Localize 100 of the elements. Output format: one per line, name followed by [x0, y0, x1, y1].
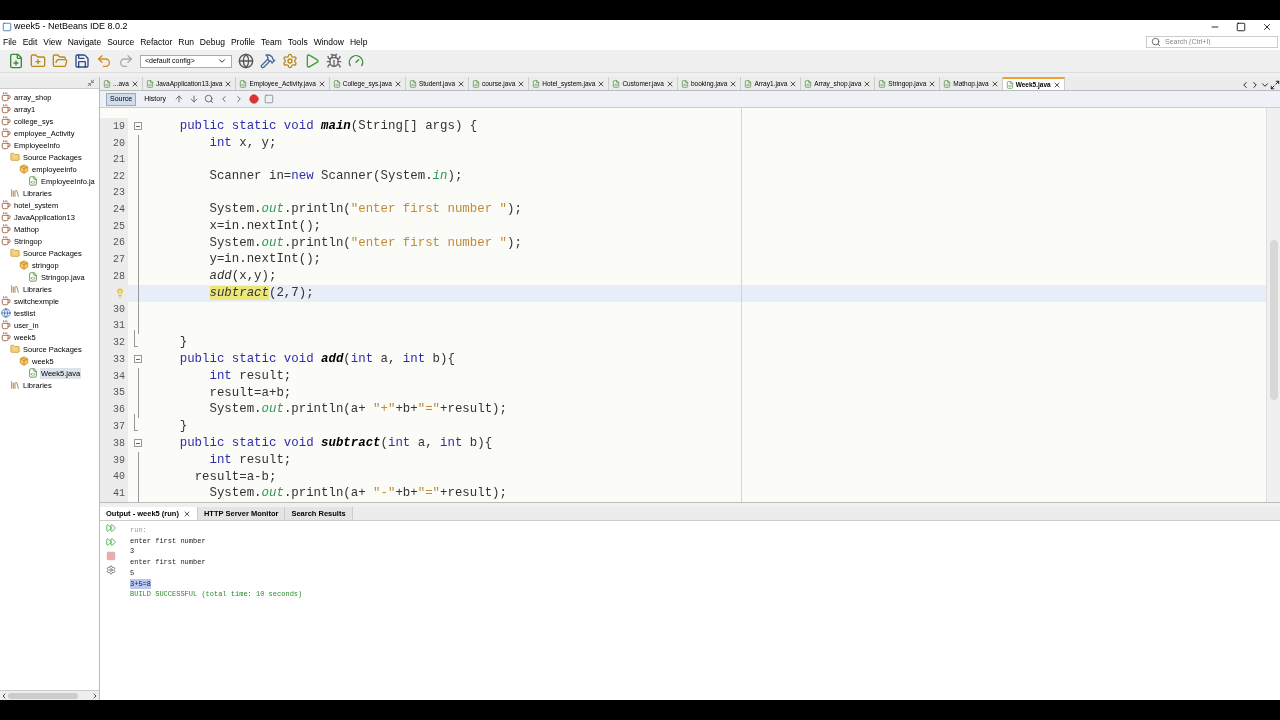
package-icon: [19, 260, 29, 270]
code-line: System.out.println(a+ "+"+b+"="+result);: [208, 401, 507, 419]
line-number: 22: [113, 169, 125, 184]
close-tab-icon[interactable]: [457, 79, 466, 88]
java-file-icon: [612, 79, 621, 88]
menu-item[interactable]: Debug: [196, 35, 228, 49]
menu-item[interactable]: Profile: [227, 35, 258, 49]
maximize-icon[interactable]: [1270, 80, 1280, 90]
close-tab-icon[interactable]: [665, 79, 674, 88]
close-icon[interactable]: [1262, 22, 1272, 32]
java-file-icon: [804, 79, 813, 88]
folder-icon: [10, 152, 20, 162]
menu-item[interactable]: File: [0, 35, 20, 49]
java-file-icon: [332, 79, 341, 88]
menu-item[interactable]: Window: [310, 35, 347, 49]
java-file-icon: [103, 79, 111, 88]
menu-item[interactable]: View: [40, 35, 65, 49]
build-icon[interactable]: [260, 53, 276, 69]
globe-icon: [1, 308, 11, 318]
folder-icon: [10, 248, 20, 258]
code-line: result=a+b;: [208, 384, 292, 402]
close-tab-icon[interactable]: [130, 79, 139, 88]
coffee-cup-icon: [1, 296, 11, 306]
run-icon[interactable]: [304, 53, 320, 69]
fold-toggle[interactable]: [134, 355, 142, 364]
open-project-icon[interactable]: [52, 53, 68, 69]
line-number: 31: [113, 319, 125, 334]
code-line: x=in.nextInt();: [208, 217, 322, 235]
close-tab-icon[interactable]: [990, 79, 999, 88]
code-line: add(x,y);: [208, 268, 277, 286]
coffee-cup-icon: [1, 140, 11, 150]
arrow-down-icon[interactable]: [188, 94, 199, 104]
new-file-icon[interactable]: [8, 53, 24, 69]
java-file-icon: [28, 272, 38, 282]
menu-item[interactable]: Refactor: [137, 35, 176, 49]
line-number: 38: [113, 436, 125, 451]
search-icon[interactable]: [203, 94, 214, 104]
close-tab-icon[interactable]: [393, 79, 402, 88]
close-tab-icon[interactable]: [182, 509, 191, 518]
save-icon[interactable]: [74, 53, 90, 69]
dropdown-caret-icon: [217, 56, 227, 66]
gear-icon[interactable]: [282, 53, 298, 69]
coffee-cup-icon: [1, 128, 11, 138]
code-line: result=a-b;: [193, 468, 277, 486]
debug-icon[interactable]: [326, 53, 342, 69]
menu-item[interactable]: Team: [258, 35, 285, 49]
line-number: 39: [113, 453, 125, 468]
line-number: 20: [113, 136, 125, 151]
line-number: 33: [113, 352, 125, 367]
line-number: 35: [113, 386, 125, 401]
record-icon[interactable]: [248, 94, 259, 104]
line-number: 19: [113, 119, 125, 134]
close-tab-icon[interactable]: [789, 79, 798, 88]
gauge-icon[interactable]: [348, 53, 364, 69]
code-line: Scanner in=new Scanner(System.in);: [208, 167, 463, 185]
window-title: week5 - NetBeans IDE 8.0.2: [14, 20, 128, 34]
line-number: 27: [113, 253, 125, 268]
code-line: subtract(2,7);: [208, 284, 314, 302]
scroll-right-icon[interactable]: [91, 691, 99, 700]
java-file-icon: [239, 79, 248, 88]
fold-toggle[interactable]: [134, 439, 142, 448]
menu-item[interactable]: Source: [104, 35, 138, 49]
fold-toggle[interactable]: [134, 122, 142, 131]
tabs-right-icon[interactable]: [1250, 80, 1260, 90]
scrollbar-thumb[interactable]: [1269, 240, 1278, 400]
coffee-cup-icon: [1, 236, 11, 246]
arrow-up-icon[interactable]: [173, 94, 184, 104]
tabs-left-icon[interactable]: [1240, 80, 1250, 90]
scrollbar-thumb[interactable]: [8, 692, 78, 699]
close-tab-icon[interactable]: [863, 79, 872, 88]
line-number: 40: [113, 470, 125, 485]
library-icon: [10, 284, 20, 294]
close-tab-icon[interactable]: [317, 79, 326, 88]
code-line: public static void main(String[] args) {: [178, 118, 478, 136]
menu-item[interactable]: Edit: [19, 35, 41, 49]
new-project-icon[interactable]: [30, 53, 46, 69]
menu-item[interactable]: Run: [175, 35, 197, 49]
close-tab-icon[interactable]: [517, 79, 526, 88]
menu-item[interactable]: Tools: [284, 35, 311, 49]
close-tab-icon[interactable]: [928, 79, 937, 88]
close-tab-icon[interactable]: [224, 79, 233, 88]
coffee-cup-icon: [1, 116, 11, 126]
line-number: 28: [113, 269, 125, 284]
menu-item[interactable]: Navigate: [64, 35, 105, 49]
java-file-icon: [145, 79, 154, 88]
java-file-icon: [878, 79, 887, 88]
close-tab-icon[interactable]: [729, 79, 738, 88]
line-number: 30: [113, 303, 125, 318]
tabs-list-icon[interactable]: [1260, 80, 1270, 90]
close-tab-icon[interactable]: [597, 79, 606, 88]
code-line: int x, y;: [208, 134, 277, 152]
minimize-panel-icon[interactable]: [87, 78, 95, 87]
restore-icon[interactable]: [1236, 22, 1246, 32]
menu-item[interactable]: Help: [346, 35, 371, 49]
close-tab-icon[interactable]: [1052, 80, 1061, 89]
globe-icon[interactable]: [238, 53, 254, 69]
coffee-cup-icon: [1, 224, 11, 234]
code-line: int result;: [208, 367, 292, 385]
settings-icon[interactable]: [106, 565, 116, 575]
scroll-left-icon[interactable]: [0, 691, 8, 700]
